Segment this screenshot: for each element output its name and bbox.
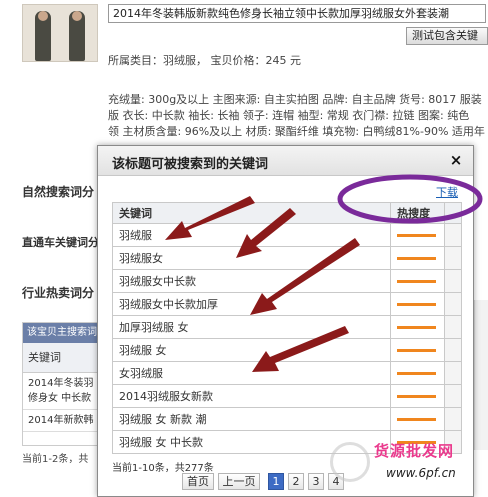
table-row[interactable]: 2014年冬装羽 修身女 中长款 [23,373,101,410]
express-keywords-heading: 直通车关键词分 [22,236,99,249]
attribute-line: 版 衣长: 中长款 袖长: 长袖 领子: 连帽 袖型: 常规 衣门襟: 拉链 图… [108,109,470,122]
heat-bar [397,280,437,283]
price-value: 245 元 [265,54,302,67]
dialog-header: 该标题可被搜索到的关键词 × [98,146,473,176]
scrollbar-top[interactable] [444,202,462,224]
heat-bar [397,372,437,375]
row-text: 2014年冬装羽 [28,378,94,389]
column-header-keyword: 关键词 [23,343,101,373]
product-thumbnail[interactable] [22,4,98,62]
natural-search-heading: 自然搜索词分 [22,185,95,199]
keyword-row[interactable]: 羽绒服 [111,223,462,247]
keyword-cell: 羽绒服 女 [111,338,392,362]
keyword-cell: 2014羽绒服女新款 [111,384,392,408]
table-row[interactable]: 2014年新款韩 [23,410,101,432]
column-header-keyword: 关键词 [111,202,392,224]
heat-bar [397,418,437,421]
heat-cell [390,315,446,339]
table-header: 该宝贝主搜索词 [23,323,101,343]
scrollbar-track[interactable] [444,430,462,454]
download-link[interactable]: 下载 [436,184,458,200]
scrollbar-track[interactable] [444,338,462,362]
row-text: 修身女 中长款 [28,393,92,404]
product-title-field[interactable]: 2014年冬装韩版新款纯色修身长袖立领中长款加厚羽绒服女外套装潮 [108,4,486,23]
keyword-cell: 羽绒服女 [111,246,392,270]
heat-cell [390,269,446,293]
attribute-line: 领 主材质含量: 96%及以上 材质: 聚酯纤维 填充物: 白鸭绒81%-90%… [108,125,485,138]
keyword-cell: 羽绒服 女 中长款 [111,430,392,454]
keyword-row[interactable]: 羽绒服 女 [111,338,462,362]
keyword-row[interactable]: 羽绒服 女 新款 潮 [111,407,462,431]
keyword-cell: 女羽绒服 [111,361,392,385]
scrollbar-track[interactable] [444,384,462,408]
test-keywords-button[interactable]: 测试包含关键 [406,27,488,45]
scrollbar-track[interactable] [444,315,462,339]
keyword-row[interactable]: 羽绒服女 [111,246,462,270]
table-header-row: 关键词 热搜度 [111,202,462,224]
page-button-1[interactable]: 1 [268,473,284,490]
keyword-cell: 羽绒服女中长款 [111,269,392,293]
keyword-cell: 加厚羽绒服 女 [111,315,392,339]
keyword-row[interactable]: 加厚羽绒服 女 [111,315,462,339]
heat-bar [397,303,437,306]
attribute-line: 充绒量: 300g及以上 主图来源: 自主实拍图 品牌: 自主品牌 货号: 80… [108,93,482,106]
industry-hot-heading: 行业热卖词分 [22,286,95,300]
keyword-cell: 羽绒服女中长款加厚 [111,292,392,316]
category-label: 所属类目： [108,54,163,67]
pager-info: 当前1-10条，共277条 [112,463,214,474]
page-button-3[interactable]: 3 [308,473,324,490]
heat-bar [397,441,437,444]
keywords-table: 关键词 热搜度 羽绒服 羽绒服女 羽绒服女中长款 羽绒服女中长款加厚 加厚羽绒服 女羽绒… [111,202,462,454]
left-table-footer: 当前1-2条，共 [22,454,89,465]
prev-page-button[interactable]: 上一页 [218,473,260,490]
heat-bar [397,234,437,237]
column-header-hot: 热搜度 [390,202,446,224]
heat-bar [397,349,437,352]
heat-bar [397,395,437,398]
model-head [72,11,82,21]
dialog-title: 该标题可被搜索到的关键词 [112,157,269,172]
scrollbar-track[interactable] [444,246,462,270]
page-button-2[interactable]: 2 [288,473,304,490]
heat-bar [397,257,437,260]
keyword-row[interactable]: 羽绒服女中长款加厚 [111,292,462,316]
heat-bar [397,326,437,329]
scrollbar-track[interactable] [444,223,462,247]
heat-cell [390,246,446,270]
heat-cell [390,338,446,362]
keyword-cell: 羽绒服 [111,223,392,247]
keywords-dialog: 该标题可被搜索到的关键词 × 下载 关键词 热搜度 羽绒服 羽绒服女 羽绒服女中长款… [97,145,474,497]
product-attributes: 充绒量: 300g及以上 主图来源: 自主实拍图 品牌: 自主品牌 货号: 80… [108,92,488,140]
model-head [38,11,48,21]
scrollbar-track[interactable] [444,292,462,316]
page-scrollbar[interactable] [474,300,488,450]
heat-cell [390,361,446,385]
keyword-row[interactable]: 女羽绒服 [111,361,462,385]
page-button-4[interactable]: 4 [328,473,344,490]
category-value: 羽绒服 [163,54,196,67]
price-label: 宝贝价格： [210,54,266,67]
heat-cell [390,430,446,454]
scrollbar-track[interactable] [444,269,462,293]
heat-cell [390,292,446,316]
keyword-row[interactable]: 2014羽绒服女新款 [111,384,462,408]
first-page-button[interactable]: 首页 [182,473,214,490]
row-text: 2014年新款韩 [28,415,94,426]
scrollbar-track[interactable] [444,407,462,431]
main-search-keywords-table: 该宝贝主搜索词 关键词 2014年冬装羽 修身女 中长款 2014年新款韩 [22,322,102,446]
heat-cell [390,407,446,431]
product-meta: 所属类目：羽绒服， 宝贝价格：245 元 [108,54,302,67]
close-icon[interactable]: × [449,152,463,168]
scrollbar-track[interactable] [444,361,462,385]
keyword-row[interactable]: 羽绒服女中长款 [111,269,462,293]
keyword-row[interactable]: 羽绒服 女 中长款 [111,430,462,454]
heat-cell [390,223,446,247]
heat-cell [390,384,446,408]
keyword-cell: 羽绒服 女 新款 潮 [111,407,392,431]
